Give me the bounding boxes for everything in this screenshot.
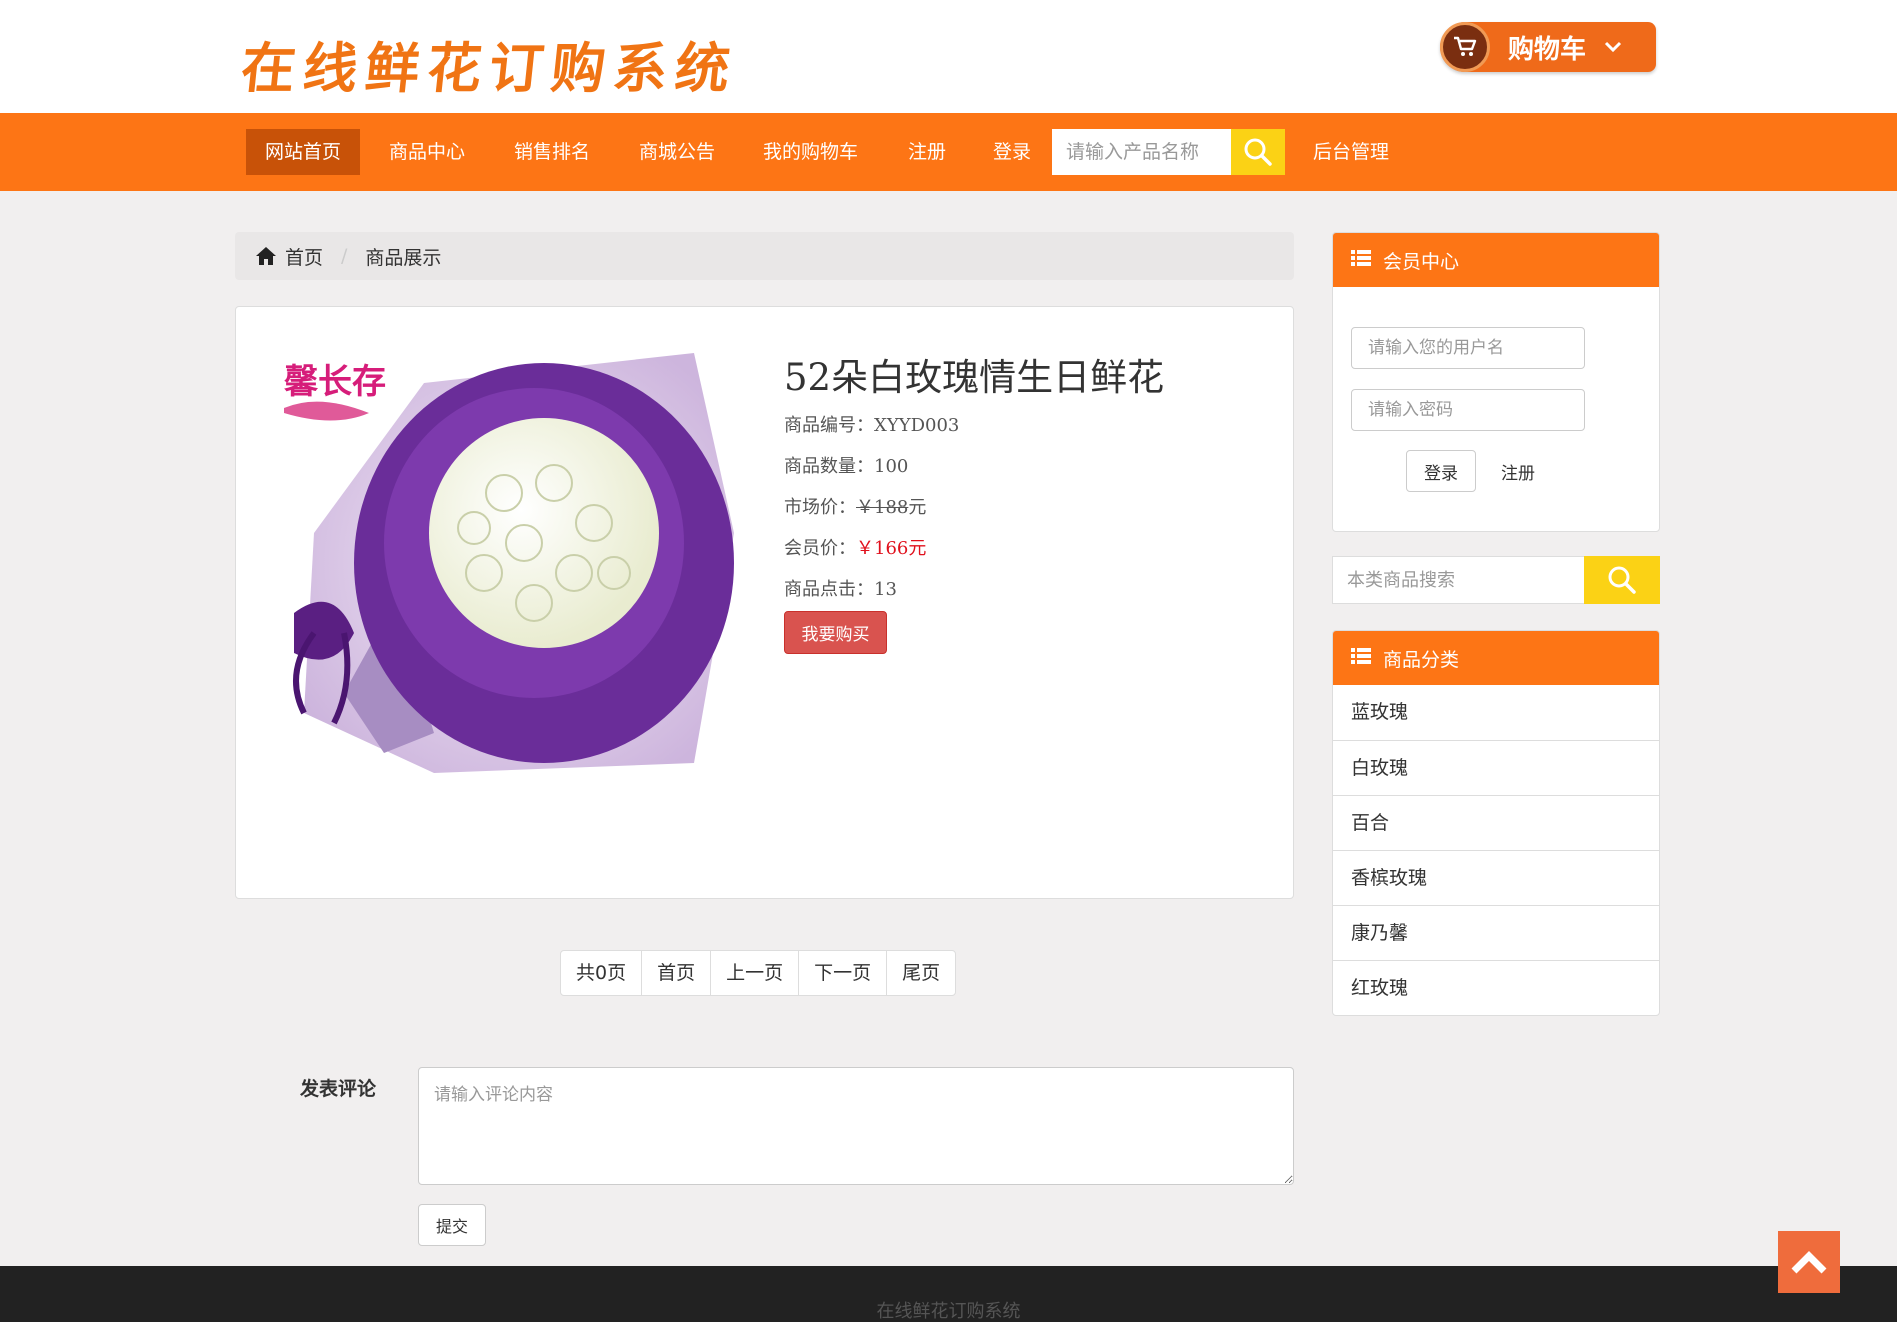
buy-button[interactable]: 我要购买 (784, 611, 887, 654)
breadcrumb-current: 商品展示 (365, 246, 442, 269)
category-item[interactable]: 蓝玫瑰 (1333, 685, 1659, 740)
nav-item-admin[interactable]: 后台管理 (1294, 129, 1408, 175)
username-input[interactable] (1351, 327, 1585, 369)
market-price: 市场价：￥188元 (784, 497, 927, 518)
product-panel: 馨长存 52朵白玫瑰情生日鲜花 商品编号：XYYD003 商品数量：100 市场… (235, 306, 1294, 899)
footer-text: 在线鲜花订购系统 (876, 1301, 1021, 1322)
comment-label: 发表评论 (300, 1078, 377, 1100)
category-item[interactable]: 香槟玫瑰 (1333, 850, 1659, 905)
comment-submit-button[interactable]: 提交 (418, 1204, 486, 1246)
pager-prev[interactable]: 上一页 (710, 951, 798, 995)
nav-item-login[interactable]: 登录 (974, 129, 1050, 175)
member-center-header: 会员中心 (1333, 233, 1659, 287)
nav-item-sales-ranking[interactable]: 销售排名 (495, 129, 609, 175)
category-search (1332, 556, 1660, 604)
category-item[interactable]: 康乃馨 (1333, 905, 1659, 960)
list-icon (1351, 249, 1371, 272)
member-center-panel: 会员中心 登录 注册 (1332, 232, 1660, 532)
product-search-input[interactable] (1052, 129, 1231, 175)
categories-panel: 商品分类 蓝玫瑰 白玫瑰 百合 香槟玫瑰 康乃馨 红玫瑰 (1332, 630, 1660, 1016)
category-search-button[interactable] (1584, 556, 1660, 604)
footer: 在线鲜花订购系统 (0, 1266, 1897, 1322)
nav-item-announcements[interactable]: 商城公告 (620, 129, 734, 175)
search-button[interactable] (1231, 129, 1285, 175)
breadcrumb: 首页 / 商品展示 (235, 232, 1294, 280)
pagination: 共0页 首页 上一页 下一页 尾页 (560, 950, 957, 996)
cart-label: 购物车 (1508, 34, 1587, 65)
member-price: 会员价：￥166元 (784, 538, 927, 559)
category-item[interactable]: 百合 (1333, 795, 1659, 850)
breadcrumb-separator: / (341, 245, 348, 267)
nav-item-register[interactable]: 注册 (889, 129, 965, 175)
product-code: 商品编号：XYYD003 (784, 415, 960, 436)
category-item[interactable]: 白玫瑰 (1333, 740, 1659, 795)
search-icon (1608, 566, 1636, 594)
categories-title: 商品分类 (1383, 648, 1460, 671)
comment-input[interactable] (418, 1067, 1294, 1185)
chevron-down-icon (1604, 38, 1622, 57)
site-logo[interactable]: 在线鲜花订购系统 (238, 24, 742, 103)
product-image[interactable]: 馨长存 (274, 333, 754, 807)
nav-item-products[interactable]: 商品中心 (370, 129, 484, 175)
pager-first[interactable]: 首页 (641, 951, 710, 995)
pager-last[interactable]: 尾页 (886, 951, 955, 995)
breadcrumb-home[interactable]: 首页 (285, 243, 323, 270)
pager-next[interactable]: 下一页 (798, 951, 886, 995)
member-center-title: 会员中心 (1383, 250, 1460, 273)
category-item[interactable]: 红玫瑰 (1333, 960, 1659, 1015)
cart-icon (1440, 22, 1490, 72)
back-to-top-button[interactable] (1778, 1231, 1840, 1293)
nav-item-home[interactable]: 网站首页 (246, 129, 361, 175)
register-link[interactable]: 注册 (1501, 459, 1535, 484)
cart-button[interactable]: 购物车 (1440, 22, 1656, 72)
password-input[interactable] (1351, 389, 1585, 431)
categories-header: 商品分类 (1333, 631, 1659, 685)
product-image-brand: 馨长存 (284, 362, 386, 402)
list-icon (1351, 647, 1371, 670)
search-icon (1244, 138, 1272, 166)
product-clicks: 商品点击：13 (784, 579, 897, 600)
product-title: 52朵白玫瑰情生日鲜花 (784, 356, 1165, 399)
nav-item-my-cart[interactable]: 我的购物车 (744, 129, 877, 175)
home-icon (255, 246, 277, 266)
chevron-up-icon (1791, 1251, 1827, 1274)
top-header: 在线鲜花订购系统 购物车 (0, 0, 1897, 113)
pager-total: 共0页 (576, 962, 627, 984)
product-quantity: 商品数量：100 (784, 456, 909, 477)
login-button[interactable]: 登录 (1406, 450, 1476, 492)
category-search-input[interactable] (1332, 556, 1584, 604)
main-nav: 网站首页 商品中心 销售排名 商城公告 我的购物车 注册 登录 后台管理 (0, 113, 1897, 191)
